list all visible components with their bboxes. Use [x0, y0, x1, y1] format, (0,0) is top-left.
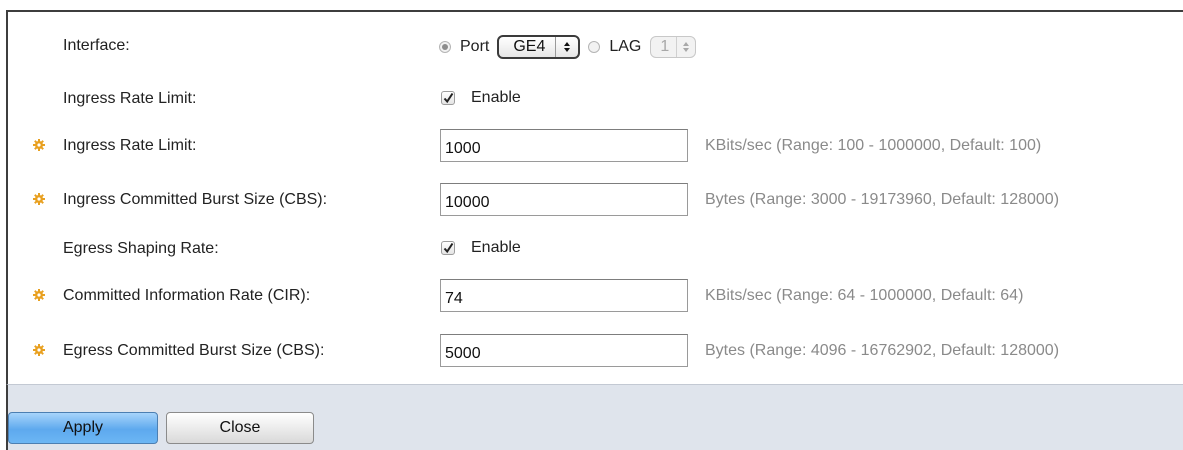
ingress-rate-limit-label: Ingress Rate Limit: [63, 137, 197, 154]
settings-form: Interface: Port GE4 LAG 1 Ingress Rate L… [6, 10, 1183, 384]
button-bar: Apply Close [6, 384, 1183, 450]
ingress-enable-control: Enable [441, 89, 521, 107]
ingress-cbs-hint: Bytes (Range: 3000 - 19173960, Default: … [705, 191, 1060, 208]
egress-cbs-row: Egress Committed Burst Size (CBS): 5000 … [8, 334, 1183, 370]
required-gear-icon [33, 139, 45, 151]
required-gear-icon [33, 289, 45, 301]
ingress-enable-row: Ingress Rate Limit: Enable [8, 87, 1183, 111]
lag-select[interactable]: 1 [650, 36, 697, 58]
port-select-value: GE4 [513, 38, 546, 55]
egress-enable-control: Enable [441, 239, 521, 257]
egress-cbs-hint: Bytes (Range: 4096 - 16762902, Default: … [705, 342, 1060, 359]
cir-label: Committed Information Rate (CIR): [63, 287, 311, 304]
egress-enable-checkbox[interactable] [441, 241, 455, 255]
lag-select-value: 1 [660, 38, 670, 55]
updown-arrows-icon [555, 37, 578, 57]
checkmark-icon [443, 92, 454, 104]
ingress-rate-limit-hint: KBits/sec (Range: 100 - 1000000, Default… [705, 137, 1042, 154]
ingress-rate-limit-row: Ingress Rate Limit: 1000 KBits/sec (Rang… [8, 129, 1183, 165]
egress-cbs-input[interactable]: 5000 [440, 334, 688, 367]
ingress-enable-text: Enable [471, 89, 521, 106]
ingress-enable-label: Ingress Rate Limit: [63, 90, 197, 107]
lag-radio[interactable] [588, 41, 601, 53]
ingress-cbs-label: Ingress Committed Burst Size (CBS): [63, 191, 328, 208]
egress-enable-label: Egress Shaping Rate: [63, 240, 219, 257]
lag-radio-label: LAG [609, 38, 642, 55]
updown-arrows-icon [676, 37, 695, 57]
cir-input[interactable]: 74 [440, 279, 688, 312]
required-gear-icon [33, 344, 45, 356]
ingress-rate-limit-input[interactable]: 1000 [440, 129, 688, 162]
ingress-cbs-input[interactable]: 10000 [440, 183, 688, 216]
port-radio[interactable] [439, 41, 451, 53]
egress-cbs-label: Egress Committed Burst Size (CBS): [63, 342, 325, 359]
cir-hint: KBits/sec (Range: 64 - 1000000, Default:… [705, 287, 1024, 304]
interface-label: Interface: [63, 37, 130, 54]
close-button[interactable]: Close [166, 412, 314, 444]
required-gear-icon [33, 193, 45, 205]
egress-enable-text: Enable [471, 239, 521, 256]
ingress-cbs-row: Ingress Committed Burst Size (CBS): 1000… [8, 183, 1183, 219]
cir-row: Committed Information Rate (CIR): 74 KBi… [8, 279, 1183, 315]
port-radio-label: Port [460, 38, 490, 55]
interface-row: Interface: Port GE4 LAG 1 [8, 34, 1183, 60]
ingress-enable-checkbox[interactable] [441, 91, 455, 105]
checkmark-icon [443, 242, 454, 254]
egress-enable-row: Egress Shaping Rate: Enable [8, 237, 1183, 261]
port-select[interactable]: GE4 [497, 35, 581, 59]
interface-controls: Port GE4 LAG 1 [439, 34, 697, 60]
apply-button[interactable]: Apply [8, 412, 158, 444]
